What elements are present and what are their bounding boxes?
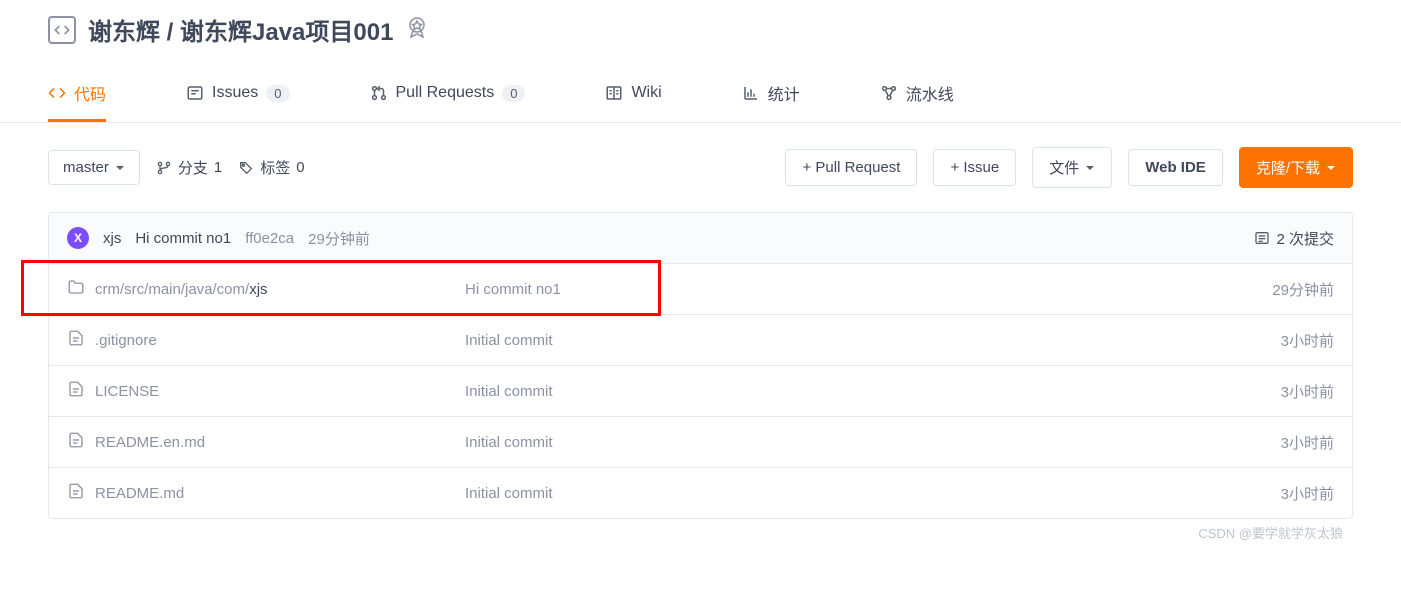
- file-commit-msg[interactable]: Initial commit: [465, 434, 1281, 451]
- tab-wiki[interactable]: Wiki: [605, 67, 661, 122]
- web-ide-button[interactable]: Web IDE: [1128, 149, 1223, 186]
- commit-author[interactable]: xjs: [103, 230, 121, 247]
- code-box-icon: [48, 16, 76, 44]
- file-name[interactable]: README.en.md: [95, 434, 465, 451]
- tag-icon: [238, 160, 254, 176]
- clone-download-button[interactable]: 克隆/下载: [1239, 147, 1353, 188]
- owner-name[interactable]: 谢东辉: [88, 19, 160, 46]
- tab-code[interactable]: 代码: [48, 67, 106, 122]
- new-pr-button[interactable]: + Pull Request: [785, 149, 917, 186]
- tags-link[interactable]: 标签 0: [238, 157, 304, 178]
- branch-selector[interactable]: master: [48, 150, 140, 185]
- file-row[interactable]: README.md Initial commit 3小时前: [49, 468, 1352, 518]
- file-list: crm/src/main/java/com/xjs Hi commit no1 …: [48, 264, 1353, 519]
- pr-count: 0: [502, 85, 525, 102]
- file-name[interactable]: .gitignore: [95, 332, 465, 349]
- caret-down-icon: [115, 163, 125, 173]
- tab-pull-requests[interactable]: Pull Requests 0: [370, 67, 526, 122]
- medal-icon: [405, 15, 429, 44]
- file-icon: [67, 431, 85, 453]
- latest-commit-bar: X xjs Hi commit no1 ff0e2ca 29分钟前 2 次提交: [48, 212, 1353, 264]
- file-time: 3小时前: [1281, 432, 1334, 453]
- commit-time: 29分钟前: [308, 228, 370, 249]
- file-commit-msg[interactable]: Hi commit no1: [465, 281, 1272, 298]
- commit-hash[interactable]: ff0e2ca: [245, 230, 294, 247]
- file-commit-msg[interactable]: Initial commit: [465, 485, 1281, 502]
- file-name[interactable]: crm/src/main/java/com/xjs: [95, 281, 465, 298]
- tab-pipeline[interactable]: 流水线: [880, 67, 954, 122]
- repo-tabs: 代码 Issues 0 Pull Requests 0 Wiki 统计 流水线: [0, 67, 1401, 123]
- tab-issues[interactable]: Issues 0: [186, 67, 289, 122]
- file-time: 3小时前: [1281, 483, 1334, 504]
- caret-down-icon: [1085, 163, 1095, 173]
- file-row[interactable]: README.en.md Initial commit 3小时前: [49, 417, 1352, 468]
- tab-stats[interactable]: 统计: [742, 67, 800, 122]
- avatar[interactable]: X: [67, 227, 89, 249]
- commits-link[interactable]: 2 次提交: [1254, 228, 1334, 249]
- file-row-folder[interactable]: crm/src/main/java/com/xjs Hi commit no1 …: [49, 264, 1352, 315]
- file-row[interactable]: .gitignore Initial commit 3小时前: [49, 315, 1352, 366]
- new-issue-button[interactable]: + Issue: [933, 149, 1016, 186]
- commit-message[interactable]: Hi commit no1: [135, 230, 231, 247]
- issues-count: 0: [266, 85, 289, 102]
- file-icon: [67, 329, 85, 351]
- file-time: 29分钟前: [1272, 279, 1334, 300]
- file-row[interactable]: LICENSE Initial commit 3小时前: [49, 366, 1352, 417]
- file-time: 3小时前: [1281, 381, 1334, 402]
- file-commit-msg[interactable]: Initial commit: [465, 332, 1281, 349]
- repo-title: 谢东辉 / 谢东辉Java项目001: [88, 12, 393, 47]
- branch-icon: [156, 160, 172, 176]
- branches-link[interactable]: 分支 1: [156, 157, 222, 178]
- file-commit-msg[interactable]: Initial commit: [465, 383, 1281, 400]
- file-icon: [67, 482, 85, 504]
- watermark: CSDN @要学就学灰太狼: [48, 519, 1353, 542]
- list-icon: [1254, 230, 1270, 246]
- file-name[interactable]: LICENSE: [95, 383, 465, 400]
- files-button[interactable]: 文件: [1032, 147, 1112, 188]
- folder-icon: [67, 278, 85, 300]
- file-icon: [67, 380, 85, 402]
- caret-down-icon: [1326, 163, 1336, 173]
- repo-name[interactable]: 谢东辉Java项目001: [180, 19, 393, 46]
- file-time: 3小时前: [1281, 330, 1334, 351]
- file-name[interactable]: README.md: [95, 485, 465, 502]
